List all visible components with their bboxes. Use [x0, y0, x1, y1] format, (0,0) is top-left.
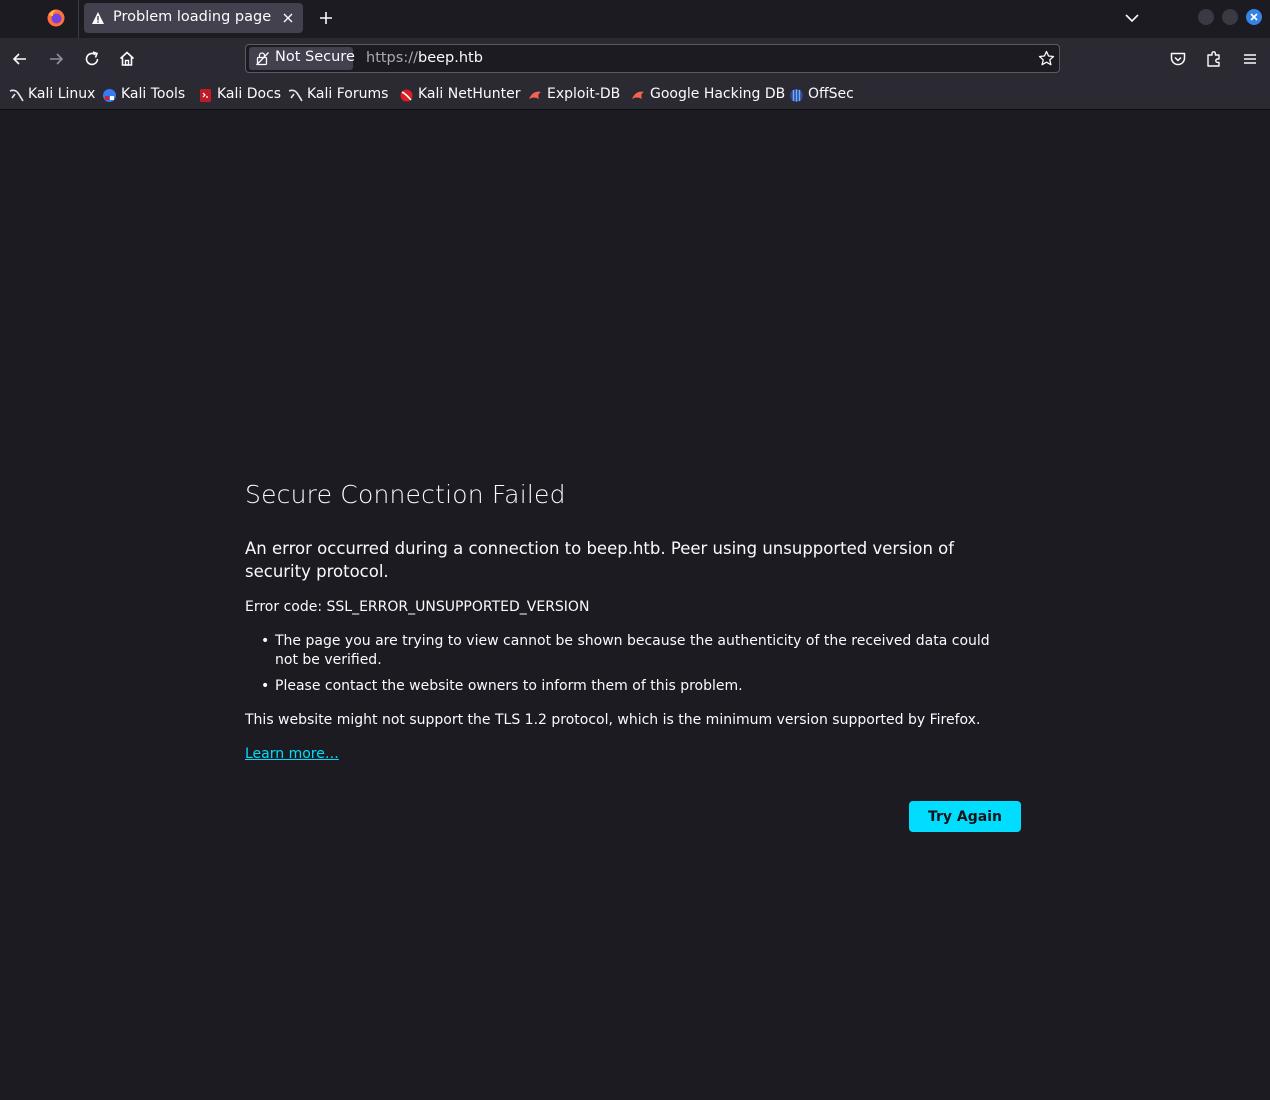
url-text[interactable]: https://beep.htb	[366, 50, 483, 66]
pocket-icon[interactable]	[1168, 49, 1188, 69]
new-tab-icon[interactable]	[316, 8, 336, 28]
tls-note: This website might not support the TLS 1…	[245, 712, 981, 728]
list-item: The page you are trying to view cannot b…	[261, 632, 1005, 670]
bookmark-label: Kali Forums	[307, 86, 389, 102]
back-arrow-icon[interactable]	[10, 49, 30, 69]
not-secure-label: Not Secure	[275, 49, 355, 65]
hamburger-menu-icon[interactable]	[1240, 49, 1260, 69]
exploit-db-icon	[632, 91, 644, 99]
home-icon[interactable]	[117, 49, 137, 69]
extensions-puzzle-icon[interactable]	[1204, 49, 1224, 69]
bookmark-label: Kali Tools	[121, 86, 186, 102]
tab-strip: Problem loading page	[0, 0, 1270, 38]
navigation-toolbar: Not Secure https://beep.htb	[0, 38, 1270, 80]
site-security-indicator[interactable]: Not Secure	[249, 47, 355, 70]
warning-icon	[92, 12, 104, 24]
list-item: Please contact the website owners to inf…	[261, 677, 1005, 696]
tab-active[interactable]: Problem loading page	[84, 3, 303, 33]
reload-icon[interactable]	[82, 49, 102, 69]
tab-separator	[78, 0, 79, 38]
exploit-db-icon	[529, 91, 541, 99]
offsec-icon	[790, 89, 803, 102]
insecure-lock-icon	[256, 52, 269, 66]
address-bar[interactable]: Not Secure https://beep.htb	[245, 44, 1060, 73]
kali-dragon-icon	[288, 89, 303, 102]
bookmark-label: Kali Docs	[217, 86, 282, 102]
kali-tools-icon	[103, 89, 116, 102]
page-title: Secure Connection Failed	[245, 480, 566, 509]
minimize-window-button[interactable]	[1198, 9, 1214, 25]
tab-title: Problem loading page	[113, 9, 272, 25]
bookmarks-toolbar: Kali Linux Kali Tools Kali Docs Kali For…	[0, 80, 1270, 110]
close-icon	[1250, 13, 1258, 21]
error-description: An error occurred during a connection to…	[245, 539, 955, 581]
nethunter-icon	[400, 89, 413, 102]
bookmark-label: Google Hacking DB	[650, 86, 786, 102]
kali-docs-icon	[200, 89, 211, 102]
close-window-button[interactable]	[1246, 9, 1262, 25]
bookmark-label: Exploit-DB	[547, 86, 621, 102]
bookmark-label: Kali NetHunter	[418, 86, 521, 102]
error-reasons-list: The page you are trying to view cannot b…	[245, 632, 1005, 703]
bookmark-label: OffSec	[808, 86, 854, 102]
bookmark-label: Kali Linux	[28, 86, 96, 102]
url-host: beep.htb	[417, 50, 483, 66]
try-again-button[interactable]: Try Again	[909, 801, 1021, 832]
chevron-down-icon[interactable]	[1122, 8, 1142, 28]
bookmark-star-icon[interactable]	[1038, 50, 1055, 67]
forward-arrow-icon[interactable]	[46, 49, 66, 69]
kali-dragon-icon	[9, 89, 24, 102]
firefox-logo-icon[interactable]	[46, 8, 66, 28]
maximize-window-button[interactable]	[1222, 9, 1238, 25]
close-tab-icon[interactable]	[280, 10, 296, 26]
learn-more-link[interactable]: Learn more…	[245, 746, 339, 762]
error-code: Error code: SSL_ERROR_UNSUPPORTED_VERSIO…	[245, 599, 590, 615]
url-scheme: https://	[366, 50, 418, 66]
